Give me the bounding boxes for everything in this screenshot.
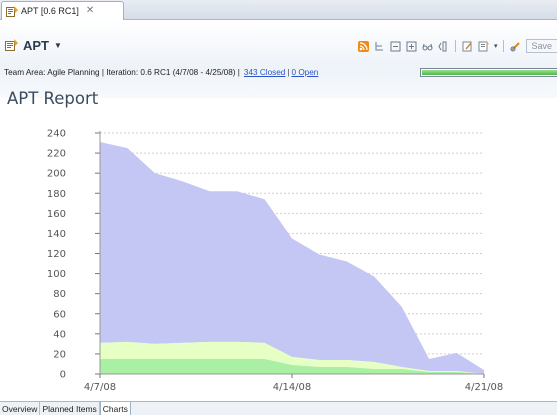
y-tick-label: 40	[53, 329, 66, 340]
closed-items-link[interactable]: 343 Closed	[244, 68, 285, 77]
toolbar-separator	[454, 40, 456, 52]
tab-planned-items[interactable]: Planned Items	[40, 402, 100, 415]
y-tick-label: 100	[47, 269, 66, 280]
page-title-text: APT	[23, 37, 49, 53]
x-tick-label: 4/7/08	[84, 382, 116, 393]
collapse-all-icon[interactable]	[390, 41, 401, 52]
series-area	[100, 142, 484, 374]
save-button[interactable]: Save	[526, 39, 557, 53]
y-tick-label: 160	[47, 209, 66, 220]
burndown-chart: 0 20 40 60 80 100 120 140 160 180 200 220 240 4/7/08 4…	[47, 129, 504, 394]
editor-tab-apt[interactable]: APT [0.6 RC1] ✕	[1, 1, 124, 20]
chevron-down-icon[interactable]: ▼	[54, 41, 62, 50]
tab-charts[interactable]: Charts	[99, 402, 131, 415]
expand-all-icon[interactable]	[406, 41, 417, 52]
progress-fill	[422, 70, 557, 75]
y-tick-label: 140	[47, 229, 66, 240]
toolbar-separator	[503, 40, 505, 52]
x-tick-label: 4/21/08	[465, 382, 504, 393]
plan-icon	[5, 39, 18, 51]
editor-tab-bar: APT [0.6 RC1] ✕	[0, 0, 557, 20]
chevron-down-icon[interactable]: ▾	[494, 42, 498, 50]
y-tick-label: 20	[53, 349, 66, 360]
team-area-text: Team Area: Agile Planning | Iteration: 0…	[4, 67, 240, 77]
glasses-icon[interactable]	[422, 41, 433, 52]
toolbar: ▾ Save	[357, 38, 557, 54]
form-header: APT ▼ ▾ Save Team Area: Agile Planning |…	[0, 20, 557, 98]
split-icon[interactable]	[438, 41, 449, 52]
close-x-icon[interactable]: ✕	[86, 6, 94, 16]
page-title[interactable]: APT ▼	[5, 37, 62, 53]
rss-feed-icon[interactable]	[357, 40, 369, 52]
y-tick-label: 0	[60, 370, 66, 381]
y-tick-label: 80	[53, 289, 66, 300]
y-tick-label: 240	[47, 129, 66, 140]
y-tick-label: 200	[47, 169, 66, 180]
open-items-link[interactable]: 0 Open	[291, 68, 318, 77]
x-tick-label: 4/14/08	[273, 382, 312, 393]
y-tick-label: 180	[47, 189, 66, 200]
editor-page-tabs: Overview Planned Items Charts	[0, 401, 557, 415]
tab-overview[interactable]: Overview	[0, 402, 41, 415]
iteration-progress-bar	[420, 68, 557, 77]
link-icon[interactable]	[510, 41, 521, 52]
y-tick-label: 120	[47, 249, 66, 260]
y-tick-label: 60	[53, 309, 66, 320]
plan-icon	[6, 5, 18, 17]
edit-icon[interactable]	[462, 41, 473, 52]
iteration-info: Team Area: Agile Planning | Iteration: 0…	[4, 67, 319, 77]
report-title: APT Report	[7, 89, 99, 108]
editor-tab-label: APT [0.6 RC1]	[21, 6, 79, 16]
hierarchy-icon[interactable]	[374, 41, 385, 52]
new-item-icon[interactable]	[478, 40, 489, 52]
y-tick-label: 220	[47, 149, 66, 160]
